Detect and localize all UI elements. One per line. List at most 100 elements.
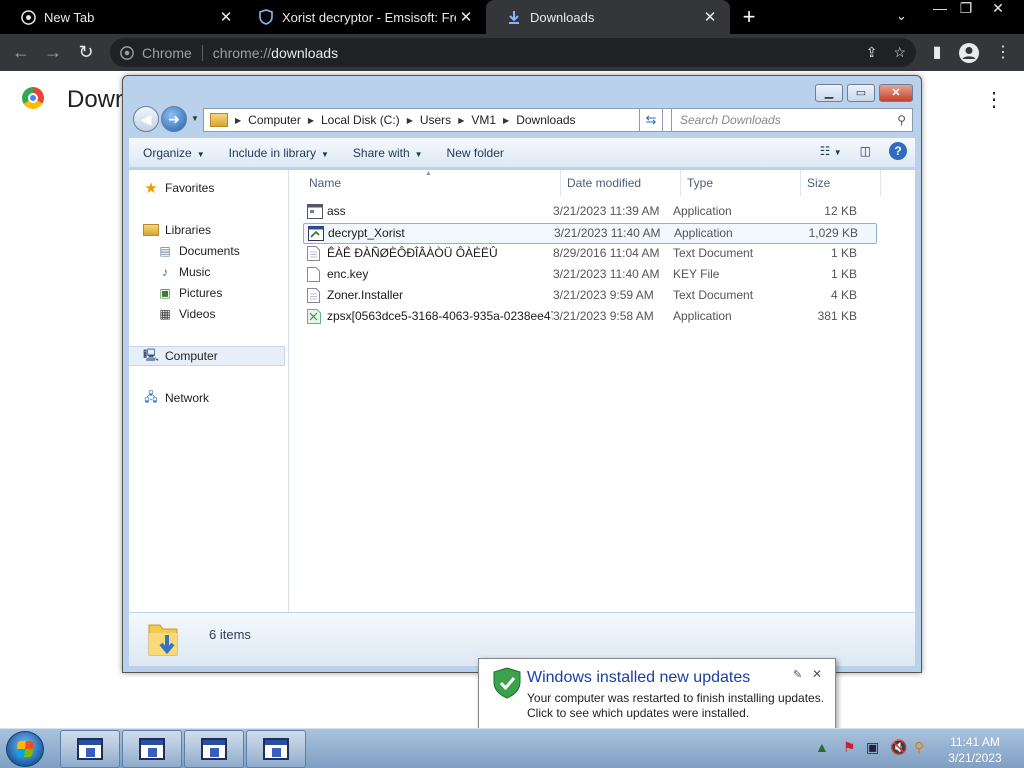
side-panel-icon[interactable]: ▮ <box>926 42 948 64</box>
update-notification[interactable]: Windows installed new updates Your compu… <box>478 658 836 730</box>
command-bar: Organize ▼ Include in library ▼ Share with… <box>129 138 915 168</box>
column-header-size[interactable]: Size <box>801 170 881 196</box>
file-row[interactable]: decrypt_Xorist 3/21/2023 11:40 AM Applic… <box>303 223 877 244</box>
file-name: Zoner.Installer <box>327 288 404 302</box>
maximize-icon[interactable]: ▭ <box>847 84 875 102</box>
file-date: 3/21/2023 9:59 AM <box>553 288 654 302</box>
column-header-name[interactable]: Name ▲ <box>303 170 561 196</box>
include-in-library-button[interactable]: Include in library ▼ <box>229 146 329 160</box>
tab-search-icon[interactable]: ⌄ <box>896 8 907 24</box>
browser-tab-strip: New Tab ✕ Xorist decryptor - Emsisoft: F… <box>0 0 1024 34</box>
close-tab-icon[interactable]: ✕ <box>700 8 720 26</box>
file-size: 1 KB <box>830 246 857 260</box>
tab-xorist-decryptor[interactable]: Xorist decryptor - Emsisoft: Free ✕ <box>238 0 486 34</box>
file-type: KEY File <box>673 267 720 281</box>
share-with-button[interactable]: Share with ▼ <box>353 146 423 160</box>
file-type: Text Document <box>673 246 754 260</box>
reload-icon[interactable]: ↻ <box>75 42 97 64</box>
action-center-flag-icon[interactable]: ⚑ <box>843 739 856 756</box>
minimize-icon[interactable]: — <box>926 0 954 18</box>
restore-icon[interactable]: ❐ <box>952 0 980 18</box>
tab-new-tab[interactable]: New Tab ✕ <box>0 0 246 34</box>
preview-pane-icon[interactable]: ◫ <box>860 144 871 158</box>
share-icon[interactable]: ⇪ <box>866 44 878 61</box>
more-menu-icon[interactable]: ⋮ <box>984 87 1004 112</box>
search-icon[interactable]: ⚲ <box>897 113 906 127</box>
tab-downloads[interactable]: Downloads ✕ <box>486 0 730 34</box>
nav-libraries[interactable]: Libraries <box>143 220 299 240</box>
chrome-logo-icon <box>22 87 44 109</box>
close-window-icon[interactable]: ✕ <box>984 0 1012 18</box>
network-tray-icon[interactable]: ▣ <box>866 739 879 756</box>
column-header-date-modified[interactable]: Date modified <box>561 170 681 196</box>
nav-network[interactable]: 🖧 Network <box>143 388 299 408</box>
column-header-type[interactable]: Type <box>681 170 801 196</box>
file-size: 381 KB <box>817 309 857 323</box>
file-row[interactable]: ÊÀÊ ÐÀÑØÈÔÐÎÂÀÒÜ ÔÀÉËÛ 8/29/2016 11:04 A… <box>303 244 877 265</box>
nav-label: Favorites <box>165 181 215 195</box>
nav-computer[interactable]: 🖳 Computer <box>129 346 285 366</box>
notification-title: Windows installed new updates <box>527 669 751 686</box>
taskbar-app-button[interactable] <box>246 730 306 768</box>
file-name: ass <box>327 204 346 218</box>
file-list: Name ▲ Date modified Type Size ass 3/21/2… <box>289 170 915 612</box>
text-file-icon <box>307 246 323 261</box>
bookmark-star-icon[interactable]: ☆ <box>893 44 906 61</box>
breadcrumb-computer[interactable]: Computer <box>244 113 305 127</box>
search-input[interactable]: Search Downloads ⚲ <box>671 108 913 132</box>
system-clock[interactable]: 11:41 AM 3/21/2023 <box>940 734 1010 766</box>
shield-icon <box>258 9 274 25</box>
start-button[interactable] <box>6 731 44 767</box>
back-button[interactable]: ◀ <box>133 106 159 132</box>
update-tray-icon[interactable]: ▲ <box>815 739 829 755</box>
file-row[interactable]: enc.key 3/21/2023 11:40 AM KEY File 1 KB <box>303 265 877 286</box>
close-window-button[interactable]: ✕ <box>879 84 913 102</box>
forward-button[interactable]: ➜ <box>161 106 187 132</box>
file-row[interactable]: ass 3/21/2023 11:39 AM Application 12 KB <box>303 202 877 223</box>
minimize-icon[interactable]: ▁ <box>815 84 843 102</box>
music-icon: ♪ <box>162 265 168 279</box>
search-tray-icon[interactable]: ⚲ <box>914 739 924 756</box>
site-chip[interactable]: Chrome <box>120 45 192 61</box>
chrome-menu-icon[interactable]: ⋮ <box>992 42 1014 64</box>
file-name: enc.key <box>327 267 369 281</box>
breadcrumb-downloads[interactable]: Downloads <box>512 113 579 127</box>
profile-avatar-icon[interactable] <box>958 42 980 64</box>
clock-date: 3/21/2023 <box>948 751 1002 765</box>
breadcrumb-local-disk[interactable]: Local Disk (C:) <box>317 113 404 127</box>
change-view-icon[interactable]: ☷ ▼ <box>820 144 842 158</box>
folder-icon <box>210 113 228 127</box>
address-bar[interactable]: Chrome chrome:// downloads ⇪ ☆ <box>110 38 916 67</box>
close-tab-icon[interactable]: ✕ <box>216 8 236 26</box>
chrome-icon <box>20 9 36 25</box>
file-row[interactable]: zpsx[0563dce5-3168-4063-935a-0238ee47...… <box>303 307 877 328</box>
taskbar-app-button[interactable] <box>122 730 182 768</box>
taskbar-app-button[interactable] <box>60 730 120 768</box>
documents-icon: ▤ <box>159 244 171 258</box>
volume-muted-icon[interactable]: 🔇 <box>890 739 907 756</box>
new-tab-button[interactable]: + <box>738 6 760 28</box>
back-icon[interactable]: ← <box>10 42 32 64</box>
navigation-pane: ★ Favorites Libraries ▤ Documents ♪ Musi… <box>129 170 289 612</box>
taskbar-app-button[interactable] <box>184 730 244 768</box>
refresh-button[interactable]: ⇆ <box>639 108 663 132</box>
app-icon <box>307 309 323 324</box>
computer-icon: 🖳 <box>143 347 160 362</box>
tab-title: New Tab <box>44 9 95 25</box>
forward-icon[interactable]: → <box>42 42 64 64</box>
help-icon[interactable]: ? <box>889 142 907 160</box>
breadcrumb-users[interactable]: Users <box>416 113 455 127</box>
close-tab-icon[interactable]: ✕ <box>456 8 476 26</box>
recent-pages-dropdown-icon[interactable]: ▼ <box>191 114 199 123</box>
file-size: 4 KB <box>830 288 857 302</box>
windows-security-shield-icon <box>493 667 521 699</box>
file-row[interactable]: Zoner.Installer 3/21/2023 9:59 AM Text D… <box>303 286 877 307</box>
new-folder-button[interactable]: New folder <box>447 146 504 160</box>
nav-favorites[interactable]: ★ Favorites <box>143 178 299 198</box>
close-icon[interactable]: ✕ <box>812 667 822 681</box>
organize-button[interactable]: Organize ▼ <box>143 146 205 160</box>
options-wrench-icon[interactable]: ✎ <box>793 668 802 681</box>
breadcrumb-vm1[interactable]: VM1 <box>467 113 500 127</box>
file-type: Application <box>673 309 732 323</box>
nav-label: Documents <box>179 244 240 258</box>
